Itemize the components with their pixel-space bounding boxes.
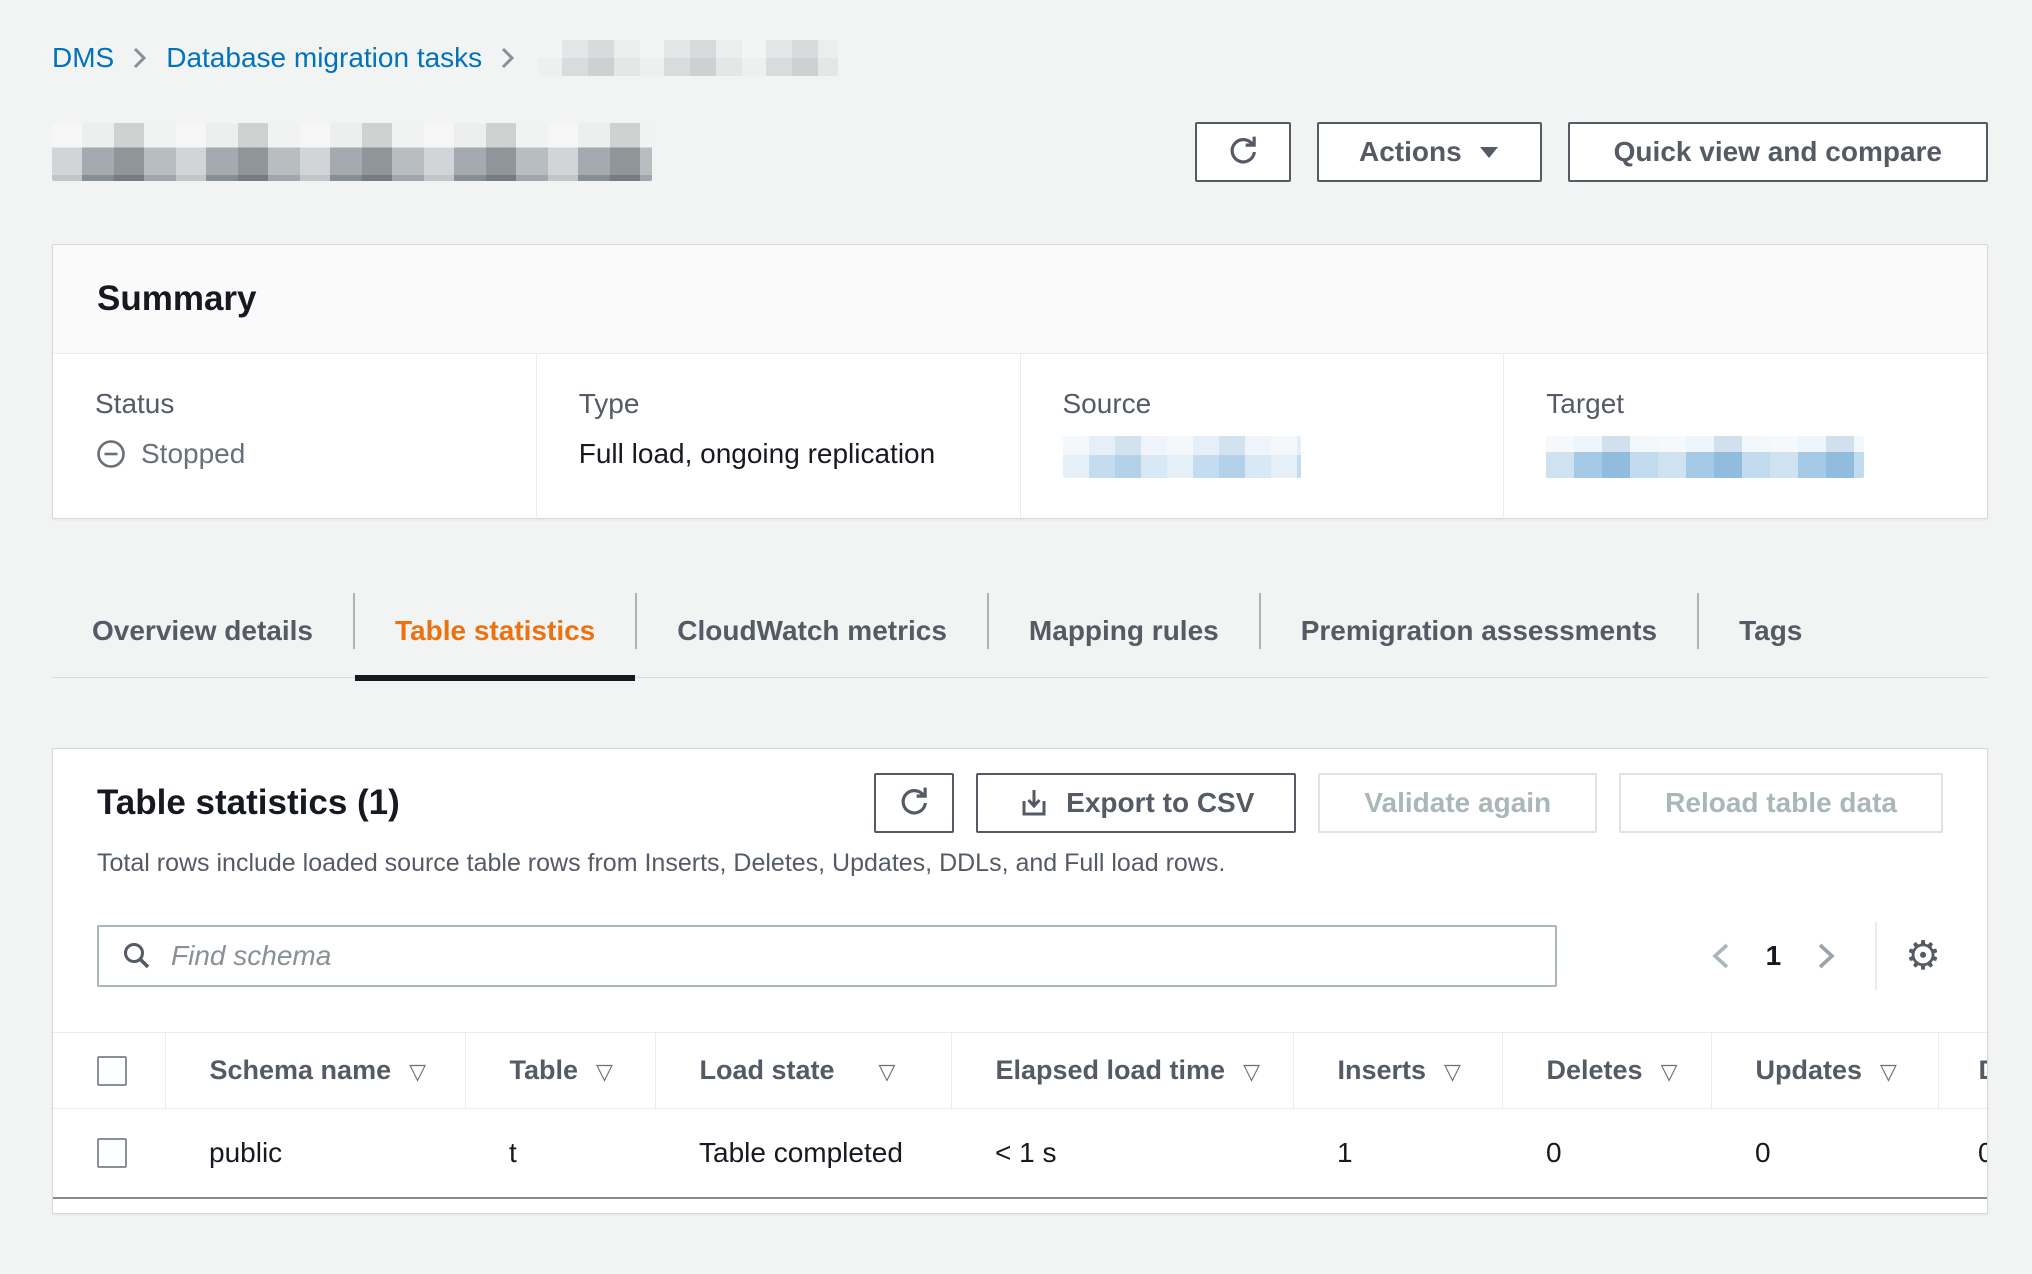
table-row[interactable]: public t Table completed < 1 s 1 0 0 0 [53,1109,1988,1199]
redacted-target-endpoint-link[interactable] [1546,436,1864,478]
redacted-task-name-crumb [538,40,838,76]
summary-panel: Summary Status Stopped Type Full load [52,244,1988,519]
column-header-table: Table [510,1055,579,1085]
search-icon [121,940,153,972]
reload-table-data-button[interactable]: Reload table data [1619,773,1943,833]
header-actions: Actions Quick view and compare [1195,122,1988,182]
actions-button[interactable]: Actions [1317,122,1542,182]
table-refresh-button[interactable] [874,773,954,833]
redacted-page-title [52,123,652,181]
export-to-csv-button[interactable]: Export to CSV [976,773,1296,833]
sort-icon[interactable]: ▽ [879,1059,896,1084]
column-header-updates: Updates [1756,1055,1863,1085]
sort-icon[interactable]: ▽ [409,1059,426,1084]
column-header-schema-name: Schema name [210,1055,392,1085]
schema-search-box [97,925,1557,987]
stopped-circle-minus-icon [95,438,127,470]
quick-view-and-compare-button[interactable]: Quick view and compare [1568,122,1988,182]
cell-load-state: Table completed [655,1109,951,1199]
summary-status-column: Status Stopped [53,354,536,518]
select-all-checkbox[interactable] [97,1056,127,1086]
tab-table-statistics[interactable]: Table statistics [355,591,635,677]
cell-table: t [465,1109,655,1199]
settings-gear-icon[interactable]: ⚙ [1903,934,1943,978]
page-header: Actions Quick view and compare [52,122,1988,182]
tab-strip: Overview details Table statistics CloudW… [52,591,1988,678]
tab-premigration-assessments[interactable]: Premigration assessments [1261,591,1697,677]
type-label: Type [579,386,990,422]
column-header-load-state: Load state [700,1055,835,1085]
find-schema-input[interactable] [171,940,1533,972]
sort-icon[interactable]: ▽ [1661,1059,1678,1084]
table-statistics-description: Total rows include loaded source table r… [53,833,1987,878]
caret-down-icon [1478,144,1500,160]
column-header-deletes: Deletes [1547,1055,1643,1085]
tab-mapping-rules[interactable]: Mapping rules [989,591,1259,677]
breadcrumb-link-tasks[interactable]: Database migration tasks [166,42,482,74]
tab-cloudwatch-metrics[interactable]: CloudWatch metrics [637,591,987,677]
table-statistics-table: Schema name ▽ Table ▽ Load state ▽ Elapsed … [53,1032,1988,1199]
table-statistics-panel: Table statistics (1) [52,748,1988,1214]
page-content: DMS Database migration tasks Actions [0,0,2032,1214]
chevron-left-icon [1708,939,1734,973]
table-statistics-actions: Export to CSV Validate again Reload tabl… [874,773,1943,833]
refresh-icon [1226,135,1260,169]
chevron-right-icon [132,46,148,70]
redacted-source-endpoint-link[interactable] [1063,436,1301,478]
chevron-right-icon [1813,939,1839,973]
pagination: 1 ⚙ [1702,922,1943,990]
validate-again-button[interactable]: Validate again [1318,773,1597,833]
column-header-elapsed-load-time: Elapsed load time [996,1055,1226,1085]
summary-type-column: Type Full load, ongoing replication [536,354,1020,518]
summary-panel-header: Summary [53,245,1987,354]
status-badge: Stopped [95,436,245,472]
table-toolbar: 1 ⚙ [53,922,1987,990]
tab-tags[interactable]: Tags [1699,591,1842,677]
cell-inserts: 1 [1293,1109,1502,1199]
cell-schema-name: public [165,1109,465,1199]
table-header-row: Schema name ▽ Table ▽ Load state ▽ Elapsed … [53,1033,1988,1109]
summary-title: Summary [97,279,1943,319]
refresh-icon [897,786,931,820]
status-value: Stopped [141,436,245,472]
cell-ddls-clipped: 0 [1938,1109,1988,1199]
source-label: Source [1063,386,1474,422]
cell-elapsed-load-time: < 1 s [951,1109,1293,1199]
status-label: Status [95,386,506,422]
current-page-number: 1 [1766,940,1782,972]
cell-updates: 0 [1711,1109,1938,1199]
row-checkbox[interactable] [97,1138,127,1168]
summary-source-column: Source [1020,354,1504,518]
tab-overview-details[interactable]: Overview details [52,591,353,677]
download-icon [1018,787,1050,819]
next-page-button[interactable] [1807,933,1845,979]
breadcrumb: DMS Database migration tasks [52,40,1988,76]
sort-icon[interactable]: ▽ [1243,1059,1260,1084]
cell-deletes: 0 [1502,1109,1711,1199]
toolbar-divider [1875,922,1877,990]
sort-icon[interactable]: ▽ [596,1059,613,1084]
summary-target-column: Target [1503,354,1987,518]
previous-page-button[interactable] [1702,933,1740,979]
actions-button-label: Actions [1359,136,1462,168]
refresh-button[interactable] [1195,122,1291,182]
type-value: Full load, ongoing replication [579,436,990,472]
target-label: Target [1546,386,1957,422]
sort-icon[interactable]: ▽ [1444,1059,1461,1084]
table-statistics-title: Table statistics (1) [97,783,400,823]
sort-icon[interactable]: ▽ [1880,1059,1897,1084]
column-header-inserts: Inserts [1338,1055,1427,1085]
chevron-right-icon [500,46,516,70]
summary-body: Status Stopped Type Full load, ongoing r… [53,354,1987,518]
column-header-ddls-clipped: D [1979,1055,1989,1085]
export-to-csv-label: Export to CSV [1066,787,1254,819]
breadcrumb-link-dms[interactable]: DMS [52,42,114,74]
